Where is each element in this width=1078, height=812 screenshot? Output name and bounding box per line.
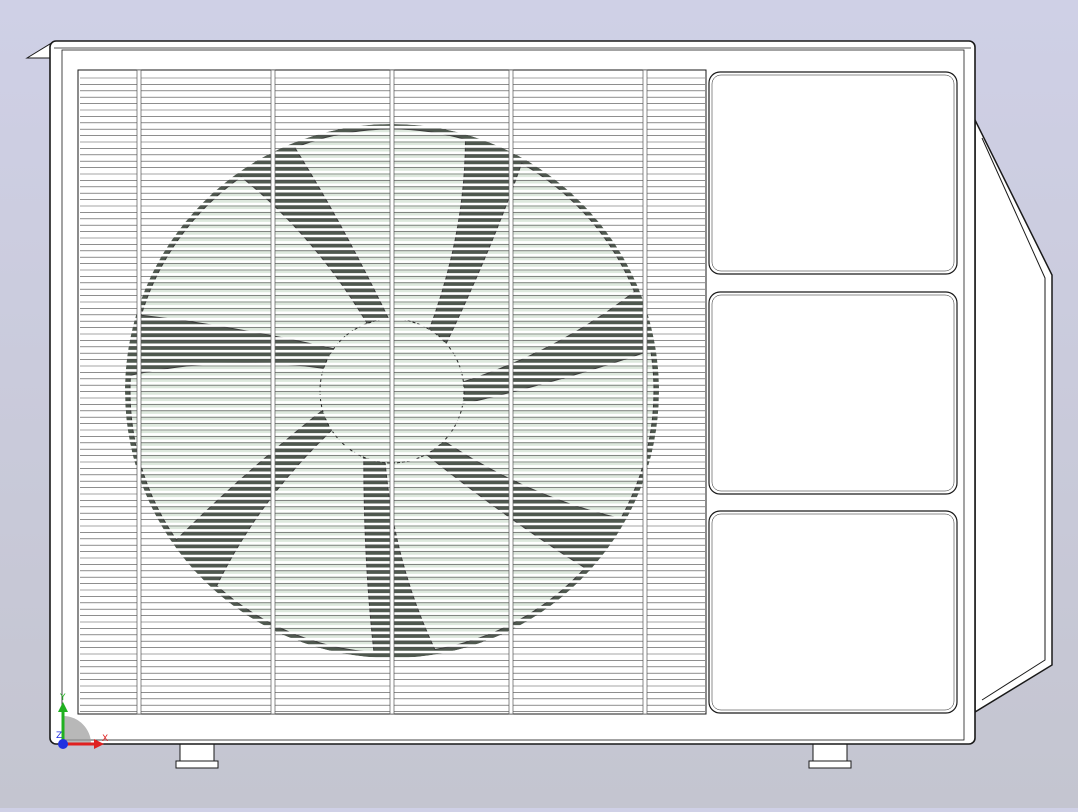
side-panel — [708, 291, 958, 495]
x-axis-label: X — [102, 734, 108, 744]
side-panel — [708, 510, 958, 714]
grille-support-bar — [389, 69, 395, 715]
foot-left — [175, 742, 219, 769]
side-housing — [974, 119, 1053, 714]
side-panel — [708, 71, 958, 275]
y-axis-label: Y — [59, 693, 66, 703]
mounting-tab — [25, 43, 53, 59]
cad-viewport[interactable]: Y X Z — [0, 0, 1078, 808]
model-graphics-area[interactable]: Y X Z — [0, 0, 1078, 808]
foot-right — [808, 742, 852, 769]
grille-support-bar — [270, 69, 276, 715]
z-axis-label: Z — [56, 731, 62, 741]
grille-support-bar — [642, 69, 648, 715]
grille-support-bar — [136, 69, 142, 715]
grille-support-bar — [508, 69, 514, 715]
